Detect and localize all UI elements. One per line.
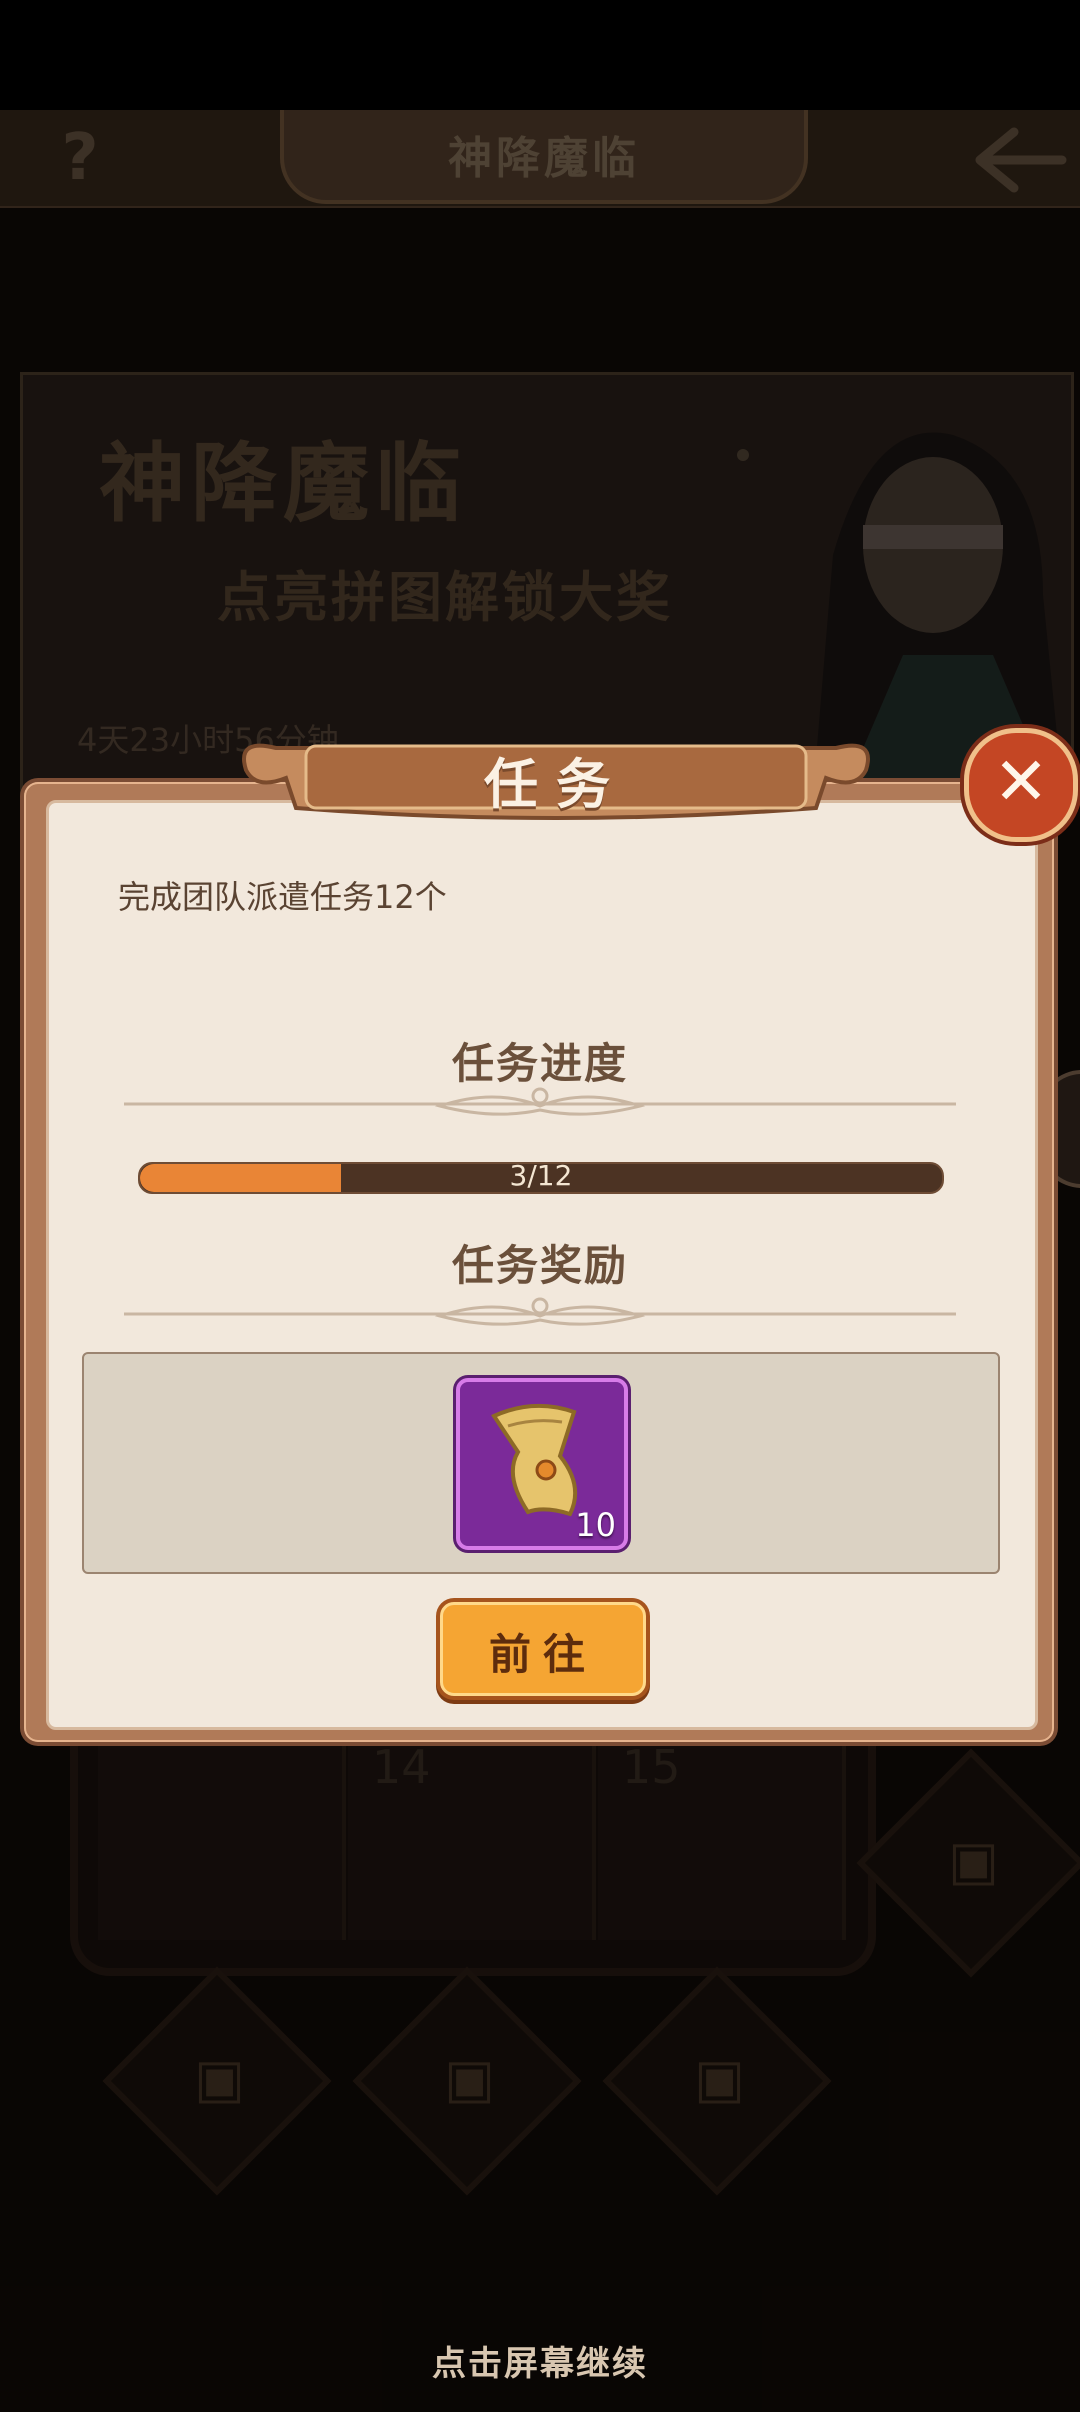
progress-label: 3/12 [509, 1159, 573, 1192]
ornament-divider [124, 1087, 956, 1116]
reward-item[interactable]: 10 [456, 1378, 628, 1550]
chest-icon: ▣ [443, 2047, 495, 2111]
banner-title: 神降魔临 [99, 434, 467, 534]
screen[interactable]: ? 神降魔临 神降魔临 点亮拼图解锁大奖 4天23小时56分钟 14 15 ▣ … [0, 0, 1080, 2412]
help-button[interactable]: ? [50, 122, 110, 194]
close-icon: ✕ [993, 743, 1049, 820]
puzzle-tile-number: 14 [372, 1740, 431, 1794]
chest-icon: ▣ [947, 1829, 999, 1893]
page-title: 神降魔临 [448, 133, 640, 184]
chest-icon: ▣ [693, 2047, 745, 2111]
task-description: 完成团队派遣任务12个 [118, 878, 447, 916]
chest-icon: ▣ [193, 2047, 245, 2111]
dialog-header-plaque [242, 743, 870, 820]
progress-heading: 任务进度 [451, 1039, 628, 1088]
top-bar: ? 神降魔临 [0, 110, 1080, 208]
banner-subtitle: 点亮拼图解锁大奖 [217, 566, 673, 629]
reward-heading: 任务奖励 [451, 1241, 628, 1290]
back-arrow-icon[interactable] [970, 120, 1070, 200]
status-bar [0, 0, 1080, 110]
title-plate: 神降魔临 [280, 110, 808, 204]
go-button[interactable]: 前往 [440, 1602, 646, 1696]
reward-count: 10 [575, 1506, 616, 1544]
puzzle-tile-number: 15 [622, 1740, 681, 1794]
treasure-chest-reward[interactable]: ▣ [352, 1966, 582, 2196]
tap-to-continue-hint[interactable]: 点击屏幕继续 [0, 2336, 1080, 2385]
ornament-divider [124, 1297, 956, 1326]
treasure-chest-reward[interactable]: ▣ [856, 1748, 1080, 1978]
go-button-label: 前往 [488, 1630, 597, 1679]
close-button[interactable]: ✕ [964, 728, 1078, 842]
treasure-chest-reward[interactable]: ▣ [602, 1966, 832, 2196]
treasure-chest-reward[interactable]: ▣ [102, 1966, 332, 2196]
